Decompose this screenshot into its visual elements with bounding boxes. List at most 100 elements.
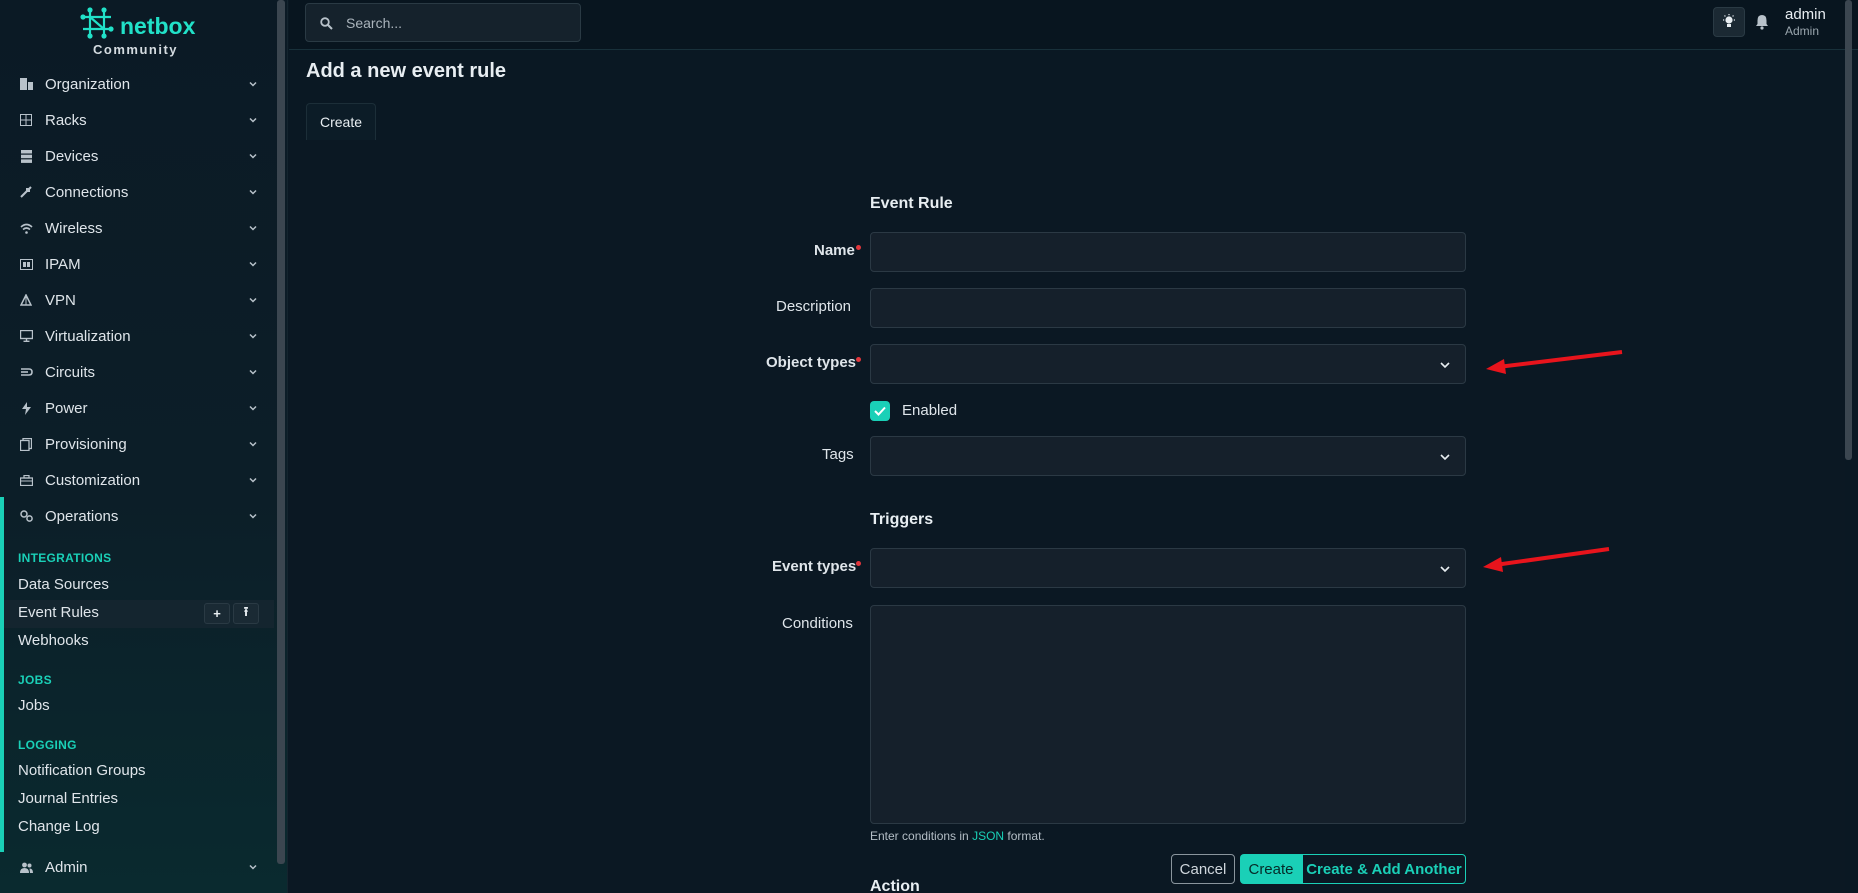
nav-label: VPN [45,291,76,309]
section-title-event-rule: Event Rule [870,195,953,212]
conditions-help-text: Enter conditions in JSON format. [870,829,1045,843]
netbox-logo-icon [80,7,114,39]
toolbox-icon [19,473,33,487]
chevron-down-icon [1440,362,1450,369]
event-types-label: Event types [772,558,857,575]
chevron-down-icon [249,225,257,231]
cogs-icon [19,509,33,523]
nav-power[interactable]: Power [0,390,270,426]
vpn-icon [19,293,33,307]
chevron-down-icon [249,477,257,483]
chevron-down-icon [249,189,257,195]
event-types-select[interactable] [870,548,1466,588]
enabled-label[interactable]: Enabled [902,402,957,419]
brand-name: netbox [120,13,196,39]
object-types-label: Object types [766,354,857,371]
chevron-down-icon [1440,566,1450,573]
sidebar-item-event-rules[interactable]: Event Rules [18,604,99,621]
help-suffix: format. [1004,829,1045,843]
nav-ipam[interactable]: IPAM [0,246,270,282]
chevron-down-icon [249,369,257,375]
enabled-checkbox[interactable] [870,401,890,421]
search-input[interactable] [346,12,566,34]
sidebar-item-change-log[interactable]: Change Log [18,818,100,835]
nav-label: Power [45,399,88,417]
user-name[interactable]: admin [1785,6,1826,23]
sidebar-scrollbar[interactable] [277,0,285,864]
event-rules-import-button[interactable]: ⭱ [233,603,259,624]
required-indicator [856,245,861,250]
brand-logo[interactable]: netbox Community [80,6,200,57]
nav-operations[interactable]: Operations [0,498,270,534]
nav-admin[interactable]: Admin [0,849,270,885]
files-icon [19,437,33,451]
chevron-down-icon [249,864,257,870]
nav-vpn[interactable]: VPN [0,282,270,318]
sidebar-item-data-sources[interactable]: Data Sources [18,576,109,593]
nav-label: Admin [45,858,88,876]
required-indicator [856,357,861,362]
search-box[interactable] [305,3,581,42]
nav-circuits[interactable]: Circuits [0,354,270,390]
lightning-icon [19,401,33,415]
section-header-integrations: INTEGRATIONS [18,551,112,565]
create-button[interactable]: Create [1240,854,1302,884]
bell-icon[interactable] [1755,14,1769,30]
search-icon [320,17,333,30]
nav-label: Wireless [45,219,103,237]
create-and-add-another-button[interactable]: Create & Add Another [1302,854,1466,884]
section-header-jobs: JOBS [18,673,52,687]
cancel-button[interactable]: Cancel [1171,854,1235,884]
description-field[interactable] [870,288,1466,328]
circuit-icon [19,365,33,379]
chevron-down-icon [249,297,257,303]
name-field[interactable] [870,232,1466,272]
conditions-label: Conditions [782,615,853,632]
chevron-down-icon [249,513,257,519]
server-icon [19,149,33,163]
nav-label: Operations [45,507,119,525]
page-title: Add a new event rule [306,60,507,82]
annotation-arrow-icon [1486,350,1623,374]
nav-label: Customization [45,471,141,489]
nav-virtualization[interactable]: Virtualization [0,318,270,354]
object-types-select[interactable] [870,344,1466,384]
event-rules-add-button[interactable]: + [204,603,230,624]
tags-label: Tags [822,446,854,463]
rack-icon [19,113,33,127]
nav-connections[interactable]: Connections [0,174,270,210]
chevron-down-icon [249,153,257,159]
page-scrollbar[interactable] [1845,0,1852,460]
sidebar-item-notification-groups[interactable]: Notification Groups [18,762,146,779]
theme-toggle-button[interactable] [1713,7,1745,37]
nav-customization[interactable]: Customization [0,462,270,498]
chevron-down-icon [249,405,257,411]
wifi-icon [19,221,33,235]
nav-racks[interactable]: Racks [0,102,270,138]
sidebar-item-journal-entries[interactable]: Journal Entries [18,790,118,807]
nav-wireless[interactable]: Wireless [0,210,270,246]
conditions-textarea[interactable] [870,605,1466,824]
json-link[interactable]: JSON [972,829,1004,843]
lightbulb-icon [1723,14,1735,27]
user-role: Admin [1785,24,1820,38]
annotation-arrow-icon [1483,547,1610,572]
sidebar-item-webhooks[interactable]: Webhooks [18,632,89,649]
nav-provisioning[interactable]: Provisioning [0,426,270,462]
plug-icon [19,185,33,199]
checkmark-icon [874,406,886,416]
nav-organization[interactable]: Organization [0,66,270,102]
sidebar: netbox Community Organization Racks Devi… [0,0,288,893]
name-label: Name [814,242,855,259]
monitor-icon [19,329,33,343]
nav-devices[interactable]: Devices [0,138,270,174]
tags-select[interactable] [870,436,1466,476]
sidebar-item-jobs[interactable]: Jobs [18,697,50,714]
nav-label: Devices [45,147,99,165]
chevron-down-icon [249,333,257,339]
brand-edition: Community [93,42,178,57]
ip-icon [19,257,33,271]
nav-label: Circuits [45,363,96,381]
tab-create[interactable]: Create [306,103,376,140]
nav-label: Virtualization [45,327,131,345]
